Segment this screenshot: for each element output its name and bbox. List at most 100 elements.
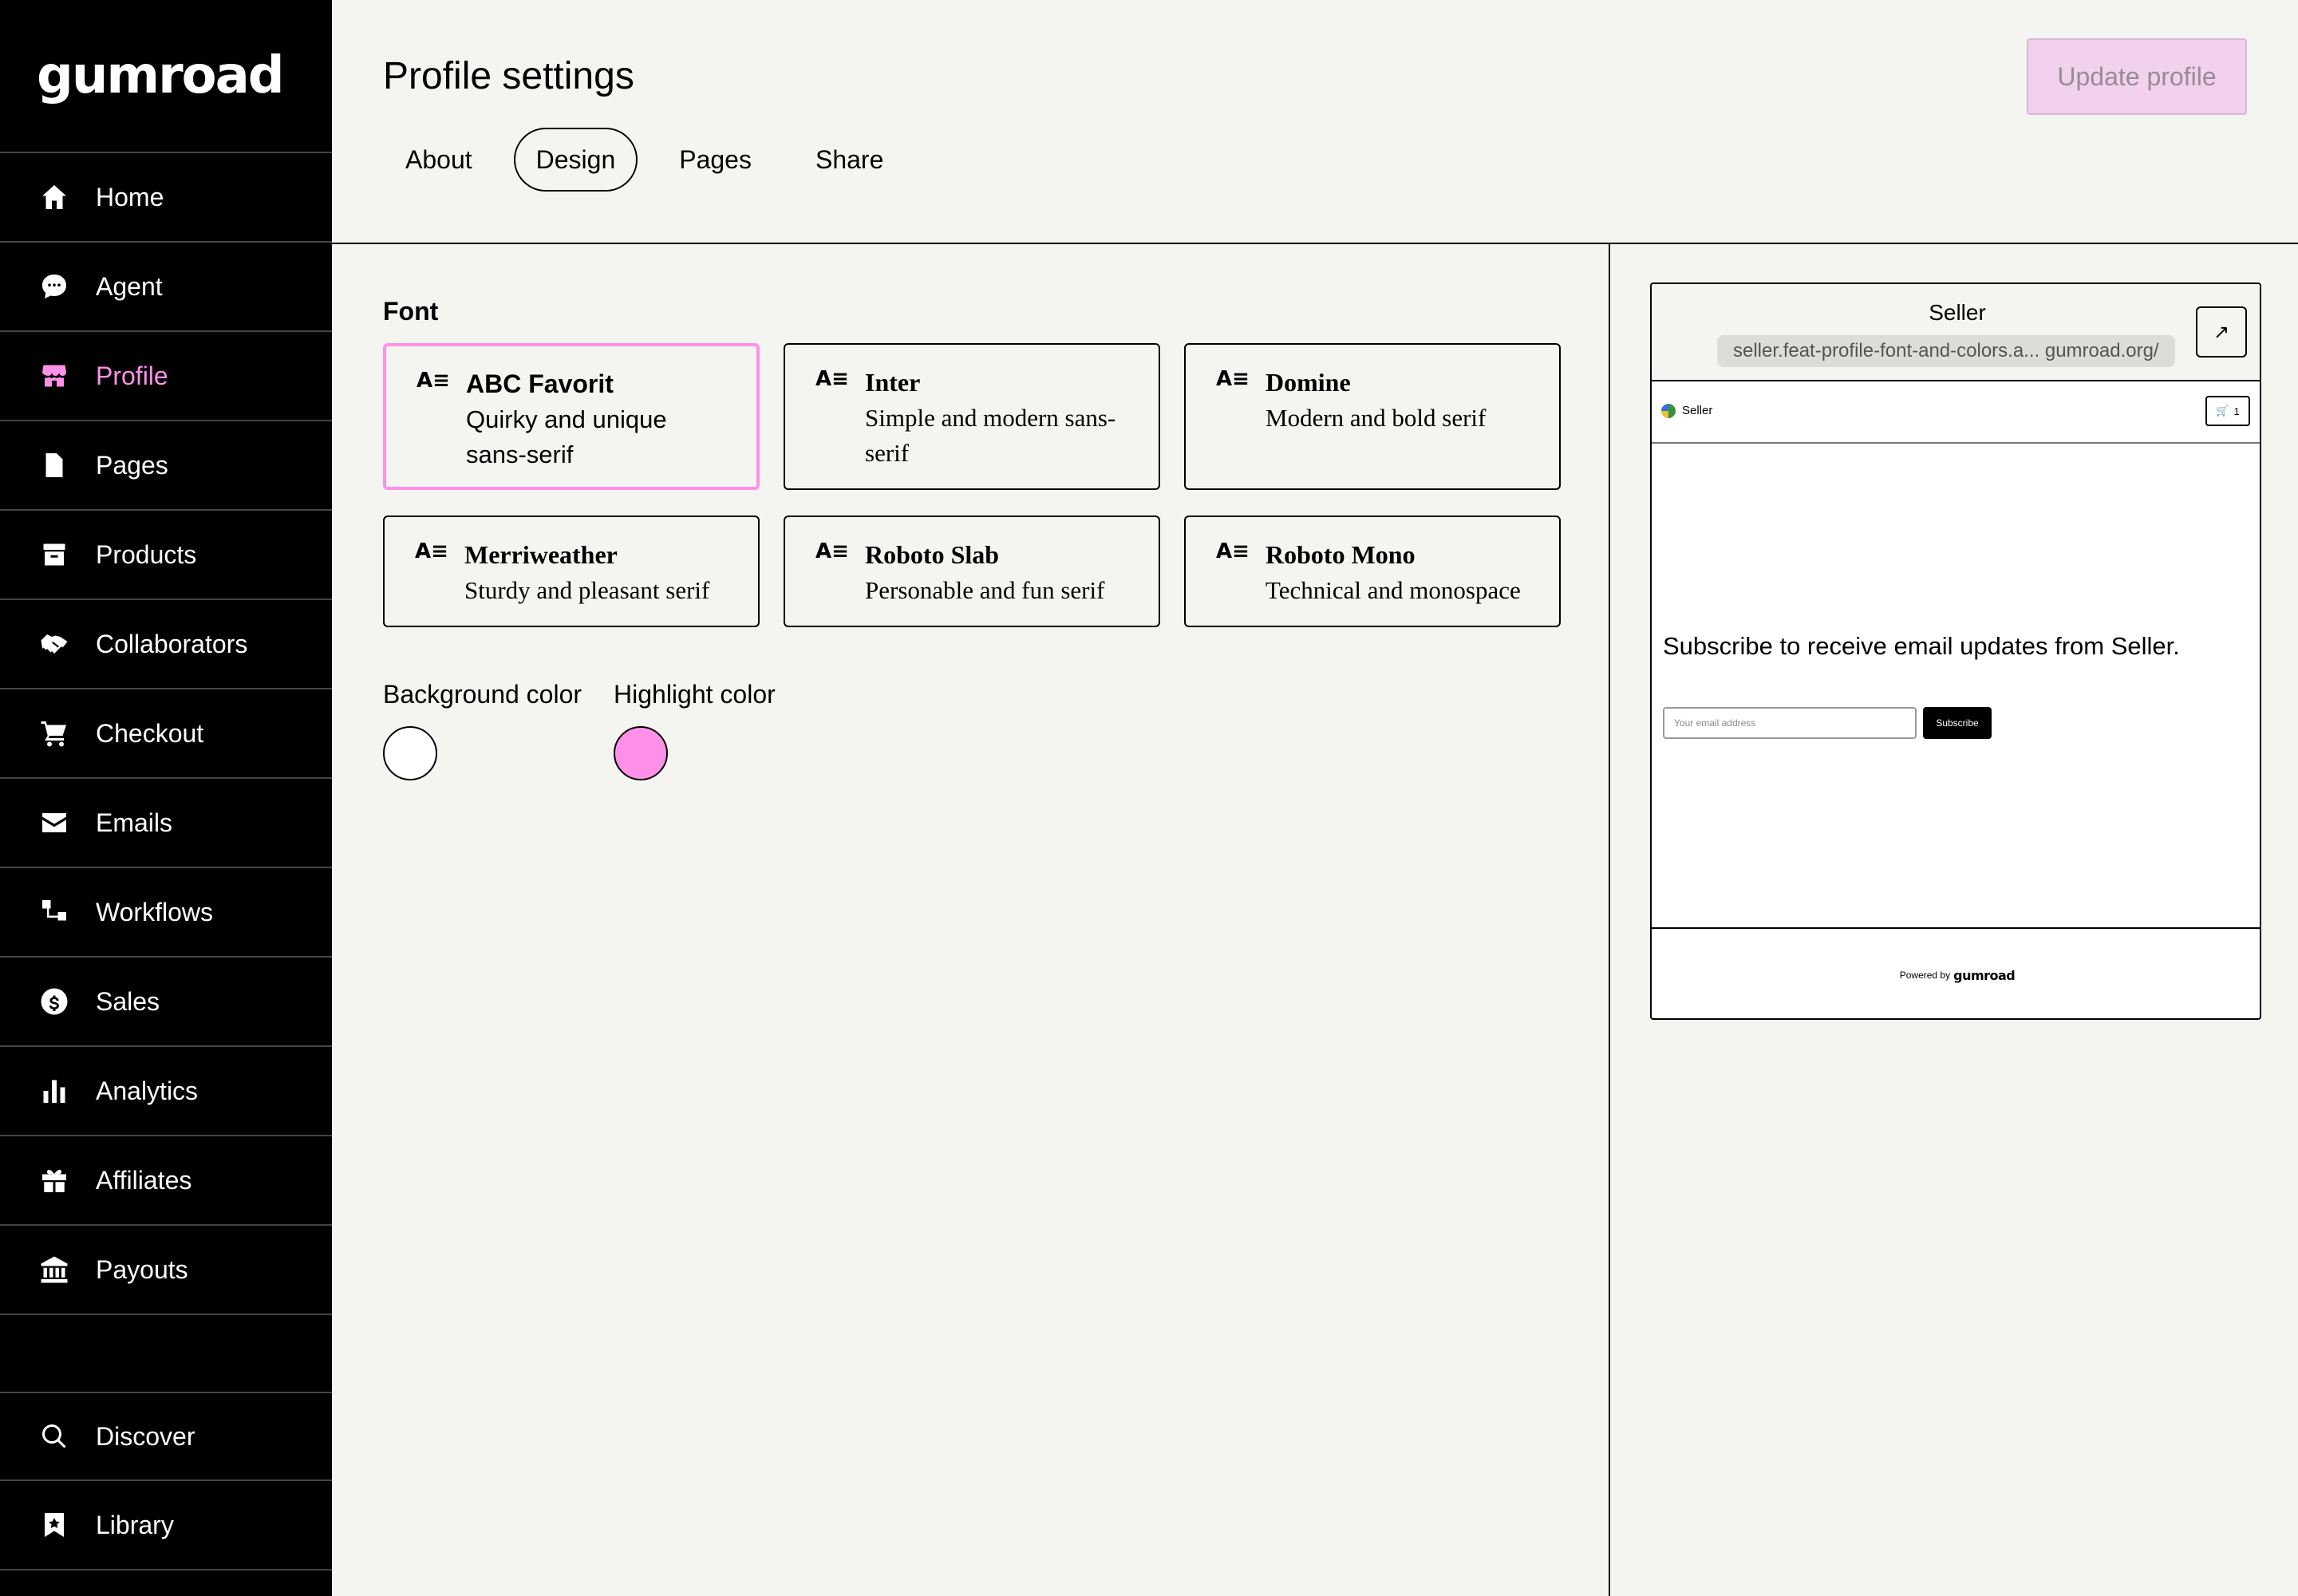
powered-by-text: Powered by [1899,970,1951,981]
sidebar-item-label: Pages [96,450,168,480]
sidebar-item-label: Analytics [96,1076,199,1105]
font-option-inter[interactable]: A≡ Inter Simple and modern sans-serif [784,343,1160,490]
tab-bar: About Design Pages Share [383,128,906,192]
font-name: ABC Favorit [466,369,614,398]
logo-text: gumroad [37,46,285,105]
home-icon [38,181,70,213]
sidebar-item-discover[interactable]: Discover [0,1392,332,1481]
preview-nav: Seller 🛒 1 [1652,381,2260,444]
background-color-label: Background color [383,680,582,709]
font-icon: A≡ [815,539,849,563]
sidebar-item-label: Payouts [96,1254,188,1284]
font-description: Technical and monospace [1265,576,1521,604]
sidebar-item-label: Affiliates [96,1165,192,1195]
sidebar-item-collaborators[interactable]: Collaborators [0,600,332,689]
font-name: Inter [865,368,921,397]
tab-design[interactable]: Design [513,128,638,192]
sidebar-item-label: Discover [96,1421,195,1451]
font-name: Roboto Slab [865,540,1000,569]
sidebar-item-profile[interactable]: Profile [0,332,332,421]
preview-seller-name: Seller [1682,404,1713,417]
font-icon: A≡ [417,369,450,393]
document-icon [38,449,70,481]
sidebar-item-agent[interactable]: Agent [0,243,332,332]
sidebar-item-products[interactable]: Products [0,511,332,600]
sidebar-item-label: Collaborators [96,629,248,658]
sidebar-item-label: Agent [96,271,163,301]
shop-icon [38,360,70,392]
bar-chart-icon [38,1075,70,1107]
bank-icon [38,1254,70,1286]
sidebar-item-label: Checkout [96,718,204,748]
sidebar-item-label: Sales [96,986,160,1016]
subscribe-button[interactable]: Subscribe [1923,707,1992,739]
bookmark-icon [38,1509,70,1541]
update-profile-button[interactable]: Update profile [2027,38,2247,115]
sidebar-item-affiliates[interactable]: Affiliates [0,1136,332,1226]
font-description: Quirky and unique sans-serif [466,405,667,468]
dollar-icon [38,986,70,1017]
sidebar-item-emails[interactable]: Emails [0,779,332,868]
cart-count: 1 [2233,405,2240,417]
background-color-swatch[interactable] [383,726,437,780]
font-name: Domine [1265,368,1351,397]
page-header: Profile settings Update profile About De… [332,0,2298,244]
sidebar-item-workflows[interactable]: Workflows [0,868,332,958]
gumroad-logo[interactable]: gumroad [0,0,332,153]
preview-cart-button[interactable]: 🛒 1 [2205,396,2250,426]
sidebar-item-home[interactable]: Home [0,153,332,243]
tab-share[interactable]: Share [793,128,906,192]
handshake-icon [38,628,70,660]
sidebar: gumroad Home Agent Profile Pages Product… [0,0,332,1596]
sidebar-item-analytics[interactable]: Analytics [0,1047,332,1136]
sidebar-item-payouts[interactable]: Payouts [0,1226,332,1315]
highlight-color-label: Highlight color [614,680,776,709]
tab-about[interactable]: About [383,128,495,192]
sidebar-item-library[interactable]: Library [0,1481,332,1570]
highlight-color-swatch[interactable] [614,726,668,780]
font-description: Sturdy and pleasant serif [464,576,710,604]
page-title: Profile settings [383,55,634,97]
preview-panel: Seller seller.feat-profile-font-and-colo… [1609,244,2298,1596]
sidebar-item-label: Products [96,539,197,569]
sidebar-item-pages[interactable]: Pages [0,421,332,511]
subscribe-heading: Subscribe to receive email updates from … [1663,632,2180,660]
cart-icon [38,717,70,749]
sidebar-item-label: Profile [96,361,168,390]
sidebar-item-label: Emails [96,808,173,837]
font-icon: A≡ [415,539,448,563]
sidebar-item-label: Workflows [96,897,213,926]
font-name: Roboto Mono [1265,540,1416,569]
sidebar-item-label: Library [96,1510,174,1539]
gumroad-footer-logo: gumroad [1953,967,2016,983]
font-option-roboto-mono[interactable]: A≡ Roboto Mono Technical and monospace [1184,516,1561,627]
font-icon: A≡ [1216,367,1250,391]
email-field[interactable]: Your email address [1663,707,1917,739]
preview-browser-bar: Seller seller.feat-profile-font-and-colo… [1652,284,2260,381]
font-option-merriweather[interactable]: A≡ Merriweather Sturdy and pleasant seri… [383,516,760,627]
preview-title: Seller [1929,300,1986,325]
tab-pages[interactable]: Pages [657,128,774,192]
flow-icon [38,896,70,928]
sidebar-item-sales[interactable]: Sales [0,958,332,1047]
font-option-abc-favorit[interactable]: A≡ ABC Favorit Quirky and unique sans-se… [383,343,760,490]
chat-icon [38,271,70,302]
font-name: Merriweather [464,540,618,569]
profile-preview: Seller seller.feat-profile-font-and-colo… [1650,282,2261,1020]
external-link-icon: ↗ [2213,321,2230,343]
font-section-label: Font [383,297,439,326]
font-description: Simple and modern sans-serif [865,404,1116,467]
preview-url: seller.feat-profile-font-and-colors.a...… [1717,335,2175,367]
preview-footer: Powered by gumroad [1652,927,2260,1018]
font-option-roboto-slab[interactable]: A≡ Roboto Slab Personable and fun serif [784,516,1160,627]
avatar [1661,404,1676,418]
font-icon: A≡ [1216,539,1250,563]
cart-icon: 🛒 [2216,405,2229,417]
sidebar-item-label: Home [96,182,164,211]
sidebar-item-checkout[interactable]: Checkout [0,689,332,779]
font-option-domine[interactable]: A≡ Domine Modern and bold serif [1184,343,1561,490]
design-panel: Font A≡ ABC Favorit Quirky and unique sa… [332,244,1609,1596]
font-description: Personable and fun serif [865,576,1105,604]
open-external-button[interactable]: ↗ [2196,306,2247,358]
envelope-icon [38,807,70,839]
